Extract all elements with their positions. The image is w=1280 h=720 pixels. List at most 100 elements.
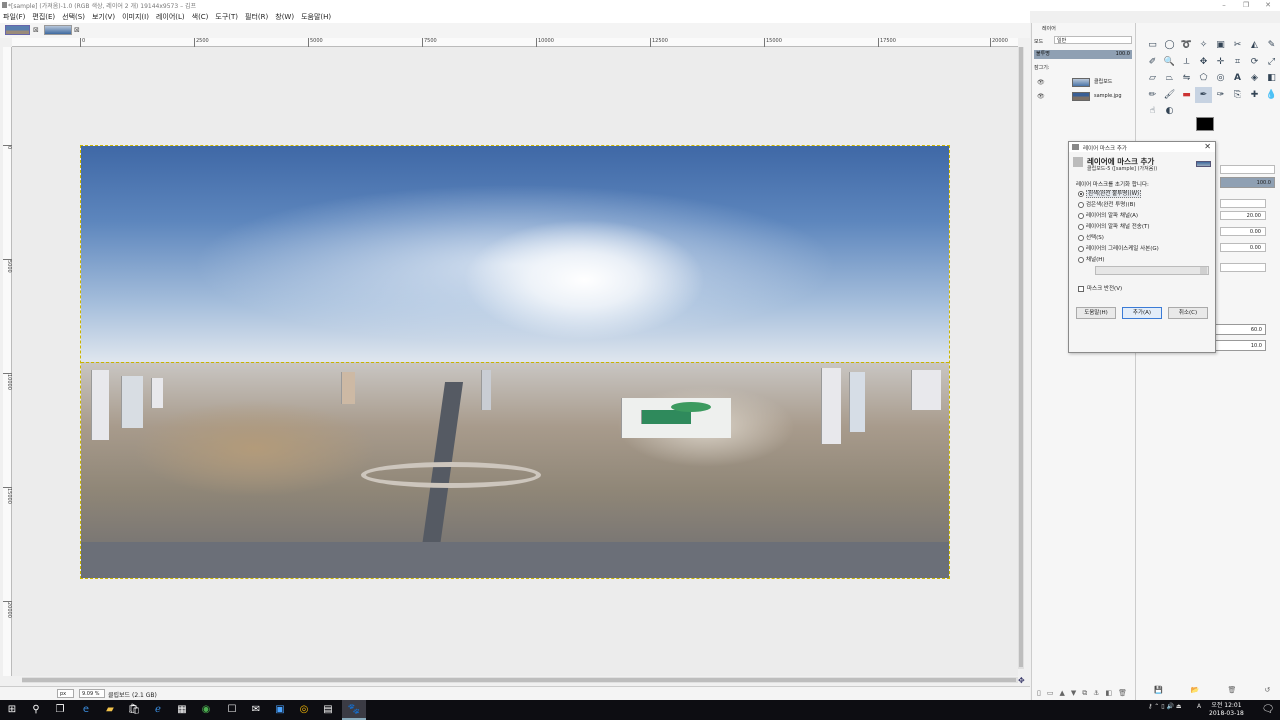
delete-options-icon[interactable]: 🗑: [1227, 686, 1236, 698]
foreground-select-icon[interactable]: ◭: [1246, 37, 1263, 54]
clone-icon[interactable]: ⎘: [1229, 87, 1246, 104]
panorama-image[interactable]: [80, 145, 950, 579]
maximize-button[interactable]: ❐: [1236, 0, 1256, 11]
blur-icon[interactable]: 💧: [1263, 87, 1280, 104]
lower-layer-icon[interactable]: ▼: [1071, 689, 1076, 697]
option-black[interactable]: 검은색(완전 투명)(B): [1078, 201, 1136, 210]
navigate-icon[interactable]: ✥: [1018, 676, 1025, 685]
store-icon[interactable]: 🛍: [122, 700, 146, 720]
minimize-button[interactable]: –: [1214, 0, 1234, 11]
crop-icon[interactable]: ⌗: [1229, 54, 1246, 71]
raise-layer-icon[interactable]: ▲: [1059, 689, 1064, 697]
foreground-color[interactable]: [1196, 117, 1214, 131]
mask-icon[interactable]: ◧: [1106, 689, 1113, 697]
brush-field[interactable]: [1220, 199, 1266, 208]
menu-file[interactable]: 파일(F): [3, 12, 25, 22]
messenger-icon[interactable]: ◉: [194, 700, 218, 720]
eye-icon[interactable]: 👁: [1037, 90, 1045, 103]
dialog-title-bar[interactable]: 레이어 마스크 추가 ✕: [1069, 142, 1215, 152]
delete-layer-icon[interactable]: 🗑: [1118, 689, 1127, 697]
ie-icon[interactable]: ℯ: [146, 700, 170, 720]
edge-icon[interactable]: e: [74, 700, 98, 720]
heal-icon[interactable]: ✚: [1246, 87, 1263, 104]
radio-icon[interactable]: [1078, 191, 1084, 197]
layers-tab[interactable]: 레이어: [1042, 25, 1056, 32]
radio-icon[interactable]: [1078, 246, 1084, 252]
cancel-button[interactable]: 취소(C): [1168, 307, 1208, 319]
paths-icon[interactable]: ✎: [1263, 37, 1280, 54]
zoom-icon[interactable]: 🔍: [1161, 54, 1178, 71]
photos-icon[interactable]: ▣: [268, 700, 292, 720]
clock[interactable]: 오전 12:01 2018-03-18: [1209, 702, 1244, 718]
zoom-select[interactable]: 9.09 %: [79, 689, 105, 698]
menu-layer[interactable]: 레이어(L): [156, 12, 185, 22]
option-selection[interactable]: 선택(S): [1078, 234, 1104, 243]
eraser-icon[interactable]: ▬: [1178, 87, 1195, 104]
start-icon[interactable]: ⊞: [0, 700, 24, 720]
menu-filters[interactable]: 필터(R): [245, 12, 268, 22]
file-explorer-icon[interactable]: ▰: [98, 700, 122, 720]
gradient-icon[interactable]: ◧: [1263, 70, 1280, 87]
eye-icon[interactable]: 👁: [1037, 76, 1045, 89]
vertical-ruler[interactable]: 0 5000 10000 15000 20000: [3, 47, 12, 676]
color-picker-icon[interactable]: ✐: [1144, 54, 1161, 71]
image-canvas[interactable]: [12, 47, 1018, 676]
image-tab-clipboard[interactable]: [44, 25, 72, 35]
dodge-icon[interactable]: ◐: [1161, 103, 1178, 120]
new-group-icon[interactable]: ▭: [1047, 689, 1054, 697]
menu-windows[interactable]: 창(W): [275, 12, 294, 22]
airbrush-icon[interactable]: ✒: [1195, 86, 1212, 103]
search-icon[interactable]: ⚲: [24, 700, 48, 720]
warp-icon[interactable]: ◎: [1212, 70, 1229, 87]
measure-icon[interactable]: ⟂: [1178, 54, 1195, 71]
close-tab-icon[interactable]: ⊠: [33, 26, 39, 34]
lasso-icon[interactable]: ➰: [1178, 37, 1195, 54]
layer-row[interactable]: 👁 sample.jpg: [1034, 90, 1133, 103]
ellipse-select-icon[interactable]: ◯: [1161, 37, 1178, 54]
option-channel[interactable]: 채널(H): [1078, 256, 1105, 265]
mail-icon[interactable]: ✉: [244, 700, 268, 720]
paintbrush-icon[interactable]: 🖌: [1161, 87, 1178, 104]
layer-opacity-slider[interactable]: 불투명 100.0: [1034, 50, 1132, 59]
cage-icon[interactable]: ⬠: [1195, 70, 1212, 87]
app-window-icon[interactable]: ▤: [316, 700, 340, 720]
menu-colors[interactable]: 색(C): [192, 12, 209, 22]
menu-tools[interactable]: 도구(T): [215, 12, 238, 22]
image-tab-sample[interactable]: [5, 25, 30, 35]
menu-help[interactable]: 도움말(H): [301, 12, 331, 22]
option-alpha-transfer[interactable]: 레이어의 알파 채널 전송(T): [1078, 223, 1150, 232]
size-field[interactable]: 20.00: [1220, 211, 1266, 220]
ime-indicator[interactable]: A: [1197, 703, 1201, 710]
dynamics-field[interactable]: [1220, 263, 1266, 272]
vertical-scrollbar[interactable]: [1018, 47, 1024, 669]
close-window-button[interactable]: ✕: [1258, 0, 1278, 11]
color-select-icon[interactable]: ▣: [1212, 37, 1229, 54]
dialog-close-button[interactable]: ✕: [1204, 142, 1211, 151]
shear-icon[interactable]: ▱: [1144, 70, 1161, 87]
app-icon[interactable]: ☐: [220, 700, 244, 720]
horizontal-scrollbar[interactable]: [22, 677, 1018, 683]
tool-opacity-slider[interactable]: 100.0: [1220, 177, 1275, 188]
invert-mask-checkbox[interactable]: 마스크 반전(V): [1078, 285, 1122, 293]
angle-field[interactable]: 0.00: [1220, 243, 1266, 252]
checkbox-icon[interactable]: [1078, 286, 1084, 292]
menu-image[interactable]: 이미지(I): [122, 12, 149, 22]
perspective-icon[interactable]: ⏢: [1161, 70, 1178, 87]
chrome-icon[interactable]: ◎: [292, 700, 316, 720]
radio-icon[interactable]: [1078, 235, 1084, 241]
scissors-icon[interactable]: ✂: [1229, 37, 1246, 54]
horizontal-ruler[interactable]: 0 2500 5000 7500 10000 12500 15000 17500…: [12, 38, 1018, 47]
radio-icon[interactable]: [1078, 202, 1084, 208]
reset-options-icon[interactable]: ↺: [1264, 686, 1270, 698]
menu-view[interactable]: 보기(V): [92, 12, 115, 22]
anchor-icon[interactable]: ⚓: [1093, 689, 1099, 697]
pencil-icon[interactable]: ✏: [1144, 87, 1161, 104]
text-icon[interactable]: A: [1229, 70, 1246, 87]
align-icon[interactable]: ✛: [1212, 54, 1229, 71]
smudge-icon[interactable]: ☝: [1144, 103, 1161, 120]
task-view-icon[interactable]: ❐: [48, 700, 72, 720]
new-layer-icon[interactable]: ▯: [1037, 689, 1041, 697]
fuzzy-select-icon[interactable]: ✧: [1195, 37, 1212, 54]
option-white[interactable]: 흰색(완전 불투명)(W): [1078, 190, 1142, 199]
aspect-field[interactable]: 0.00: [1220, 227, 1266, 236]
